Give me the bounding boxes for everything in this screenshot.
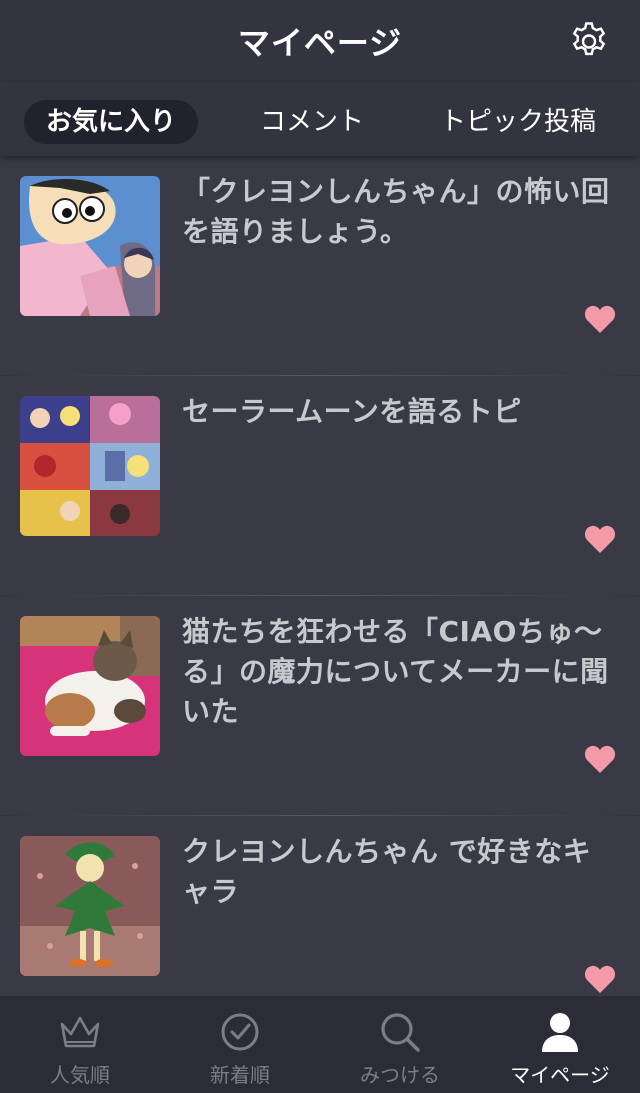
list-item[interactable]: 「クレヨンしんちゃん」の怖い回を語りましょう。 bbox=[0, 156, 640, 376]
item-title: 「クレヨンしんちゃん」の怖い回を語りましょう。 bbox=[182, 175, 610, 248]
tab-bar: お気に入り コメント トピック投稿 bbox=[0, 82, 640, 156]
person-icon bbox=[542, 1013, 578, 1052]
search-icon bbox=[381, 1013, 420, 1052]
tab-topic-posts[interactable]: トピック投稿 bbox=[430, 100, 606, 144]
nav-label: マイページ bbox=[510, 1063, 610, 1087]
thumbnail-image bbox=[20, 396, 160, 536]
nav-discover[interactable]: みつける bbox=[320, 996, 480, 1093]
tab-favorites[interactable]: お気に入り bbox=[24, 100, 198, 144]
heart-icon[interactable] bbox=[584, 744, 616, 774]
item-title: クレヨンしんちゃん で好きなキャラ bbox=[182, 835, 592, 908]
list-item[interactable]: セーラームーンを語るトピ bbox=[0, 376, 640, 596]
nav-label: みつける bbox=[360, 1063, 440, 1087]
nav-label: 人気順 bbox=[50, 1063, 110, 1087]
heart-icon[interactable] bbox=[584, 964, 616, 994]
thumbnail-image bbox=[20, 176, 160, 316]
gear-icon[interactable] bbox=[568, 20, 610, 62]
heart-icon[interactable] bbox=[584, 524, 616, 554]
item-title: セーラームーンを語るトピ bbox=[182, 395, 522, 428]
nav-mypage[interactable]: マイページ bbox=[480, 996, 640, 1093]
clock-icon bbox=[221, 1013, 259, 1051]
item-title: 猫たちを狂わせる「CIAOちゅ〜る」の魔力についてメーカーに聞いた bbox=[182, 615, 609, 728]
bottom-nav: 人気順 新着順 みつける マイページ bbox=[0, 996, 640, 1093]
nav-newest[interactable]: 新着順 bbox=[160, 996, 320, 1093]
nav-label: 新着順 bbox=[210, 1063, 270, 1087]
heart-icon[interactable] bbox=[584, 304, 616, 334]
thumbnail-image bbox=[20, 836, 160, 976]
favorites-list: 「クレヨンしんちゃん」の怖い回を語りましょう。 セーラームーンを語るトピ 猫たち… bbox=[0, 156, 640, 996]
thumbnail-image bbox=[20, 616, 160, 756]
header: マイページ bbox=[0, 0, 640, 82]
crown-icon bbox=[60, 1016, 100, 1048]
nav-popular[interactable]: 人気順 bbox=[0, 996, 160, 1093]
page-title: マイページ bbox=[237, 24, 403, 62]
list-item[interactable]: クレヨンしんちゃん で好きなキャラ bbox=[0, 816, 640, 996]
list-item[interactable]: 猫たちを狂わせる「CIAOちゅ〜る」の魔力についてメーカーに聞いた bbox=[0, 596, 640, 816]
tab-comments[interactable]: コメント bbox=[240, 100, 384, 144]
